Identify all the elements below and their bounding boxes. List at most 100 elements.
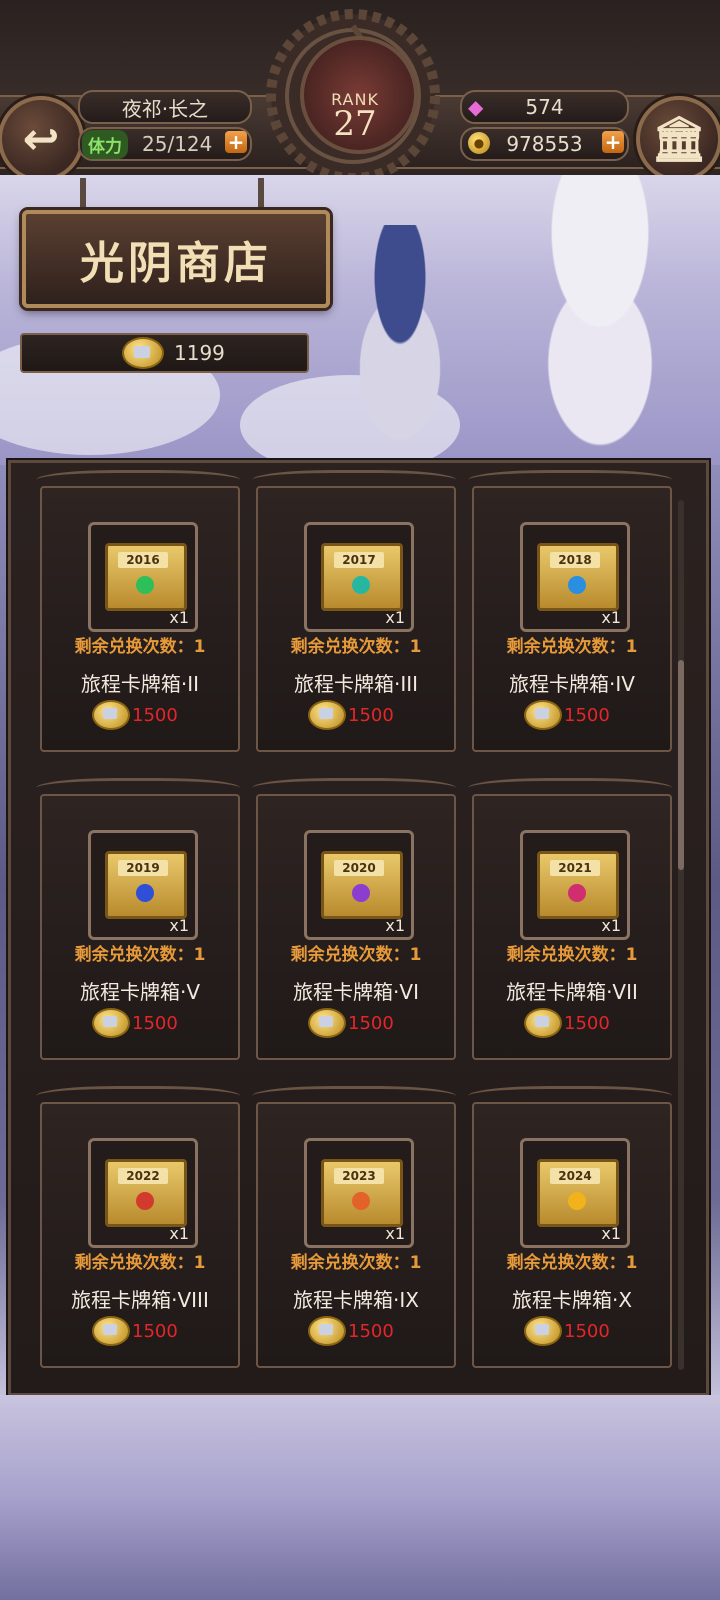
shop-item-card[interactable]: 2020 x1 剩余兑换次数：1 旅程卡牌箱·VI 1500 [252, 778, 456, 1060]
price-tag[interactable]: 1500 [524, 1008, 644, 1038]
player-name-pill: 夜祁·长之 [78, 90, 252, 124]
time-coin-icon [122, 337, 164, 369]
stamina-value: 25/124 [142, 132, 213, 156]
item-name: 旅程卡牌箱·VII [506, 980, 638, 1004]
chest-frame: 2016 x1 [88, 522, 198, 632]
character-girl-illustration [480, 175, 720, 465]
item-quantity: x1 [601, 608, 621, 627]
card-chest-icon: 2019 [105, 851, 187, 919]
chest-gem [568, 1192, 586, 1210]
item-price: 1500 [132, 704, 178, 726]
time-coin-icon [92, 1316, 130, 1346]
price-tag[interactable]: 1500 [92, 700, 212, 730]
menu-button[interactable]: 🏛 [636, 96, 720, 182]
chest-year: 2022 [118, 1168, 168, 1184]
add-stamina-button[interactable]: + [225, 131, 247, 153]
chest-gem [136, 884, 154, 902]
remaining-exchanges: 剩余兑换次数：1 [74, 637, 206, 657]
item-quantity: x1 [385, 1224, 405, 1243]
time-coin-icon [524, 1008, 562, 1038]
gold-pill: ● 978553 + [460, 127, 629, 161]
sign-chain [258, 178, 264, 208]
character-boy-illustration [320, 225, 480, 465]
remaining-exchanges: 剩余兑换次数：1 [506, 945, 638, 965]
rank-value: 27 [333, 104, 377, 144]
shop-item-card[interactable]: 2016 x1 剩余兑换次数：1 旅程卡牌箱·II 1500 [36, 470, 240, 752]
remaining-exchanges: 剩余兑换次数：1 [74, 945, 206, 965]
chest-year: 2017 [334, 552, 384, 568]
chest-year: 2024 [550, 1168, 600, 1184]
price-tag[interactable]: 1500 [308, 700, 428, 730]
chest-year: 2021 [550, 860, 600, 876]
time-coin-icon [92, 700, 130, 730]
item-name: 旅程卡牌箱·III [293, 672, 419, 696]
shop-item-card[interactable]: 2018 x1 剩余兑换次数：1 旅程卡牌箱·IV 1500 [468, 470, 672, 752]
chest-year: 2016 [118, 552, 168, 568]
item-quantity: x1 [169, 608, 189, 627]
time-coin-icon [308, 1316, 346, 1346]
shop-item-card[interactable]: 2021 x1 剩余兑换次数：1 旅程卡牌箱·VII 1500 [468, 778, 672, 1060]
shop-item-card[interactable]: 2023 x1 剩余兑换次数：1 旅程卡牌箱·IX 1500 [252, 1086, 456, 1368]
item-quantity: x1 [385, 916, 405, 935]
item-quantity: x1 [169, 916, 189, 935]
remaining-exchanges: 剩余兑换次数：1 [74, 1253, 206, 1273]
item-price: 1500 [564, 1012, 610, 1034]
item-name: 旅程卡牌箱·VI [293, 980, 419, 1004]
scrollbar-track[interactable] [678, 500, 684, 1370]
stamina-label: 体力 [82, 129, 128, 159]
add-gold-button[interactable]: + [602, 131, 624, 153]
item-quantity: x1 [601, 916, 621, 935]
time-coin-balance: 1199 [20, 333, 309, 373]
time-coin-icon [308, 1008, 346, 1038]
chest-gem [136, 576, 154, 594]
back-button[interactable]: ↩ [0, 96, 84, 182]
chest-gem [568, 884, 586, 902]
price-tag[interactable]: 1500 [308, 1008, 428, 1038]
item-price: 1500 [348, 1012, 394, 1034]
item-price: 1500 [132, 1320, 178, 1342]
time-coin-amount: 1199 [174, 341, 225, 365]
item-name: 旅程卡牌箱·X [511, 1288, 633, 1312]
chest-frame: 2024 x1 [520, 1138, 630, 1248]
chest-gem [568, 576, 586, 594]
stamina-pill: 体力 25/124 + [78, 127, 252, 161]
item-price: 1500 [564, 704, 610, 726]
card-chest-icon: 2023 [321, 1159, 403, 1227]
item-quantity: x1 [601, 1224, 621, 1243]
player-name: 夜祁·长之 [121, 96, 209, 121]
price-tag[interactable]: 1500 [92, 1316, 212, 1346]
time-coin-icon [524, 700, 562, 730]
gem-pill: ◆ 574 [460, 90, 629, 124]
remaining-exchanges: 剩余兑换次数：1 [290, 1253, 422, 1273]
chest-year: 2020 [334, 860, 384, 876]
shop-title: 光阴商店 [80, 238, 272, 289]
back-arrow-icon: ↩ [22, 113, 60, 165]
top-bar: ↩ 夜祁·长之 体力 25/124 + RANK 27 ◆ 574 ● 9785… [0, 0, 720, 190]
shop-item-card[interactable]: 2024 x1 剩余兑换次数：1 旅程卡牌箱·X 1500 [468, 1086, 672, 1368]
chest-gem [352, 1192, 370, 1210]
scrollbar-thumb[interactable] [678, 660, 684, 870]
gold-coin-icon: ● [468, 132, 490, 154]
gem-icon: ◆ [468, 95, 484, 119]
card-chest-icon: 2024 [537, 1159, 619, 1227]
chest-year: 2018 [550, 552, 600, 568]
chest-gem [352, 576, 370, 594]
chest-year: 2023 [334, 1168, 384, 1184]
price-tag[interactable]: 1500 [524, 1316, 644, 1346]
sign-chain [80, 178, 86, 208]
price-tag[interactable]: 1500 [308, 1316, 428, 1346]
price-tag[interactable]: 1500 [524, 700, 644, 730]
shop-item-card[interactable]: 2019 x1 剩余兑换次数：1 旅程卡牌箱·V 1500 [36, 778, 240, 1060]
chest-gem [352, 884, 370, 902]
shop-item-card[interactable]: 2022 x1 剩余兑换次数：1 旅程卡牌箱·VIII 1500 [36, 1086, 240, 1368]
chest-frame: 2022 x1 [88, 1138, 198, 1248]
shop-title-sign: 光阴商店 [22, 210, 330, 308]
time-coin-icon [524, 1316, 562, 1346]
chest-frame: 2021 x1 [520, 830, 630, 940]
item-quantity: x1 [169, 1224, 189, 1243]
price-tag[interactable]: 1500 [92, 1008, 212, 1038]
item-price: 1500 [564, 1320, 610, 1342]
item-quantity: x1 [385, 608, 405, 627]
item-price: 1500 [348, 1320, 394, 1342]
shop-item-card[interactable]: 2017 x1 剩余兑换次数：1 旅程卡牌箱·III 1500 [252, 470, 456, 752]
